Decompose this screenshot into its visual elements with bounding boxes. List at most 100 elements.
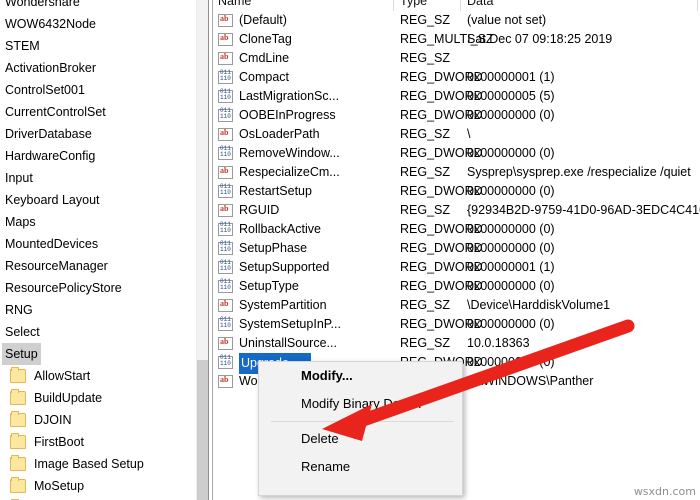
tree-item-wow6432node[interactable]: WOW6432Node	[0, 13, 196, 35]
value-name: RestartSetup	[239, 184, 312, 198]
tree-item-image-based-setup[interactable]: Image Based Setup	[0, 453, 196, 475]
value-name: (Default)	[239, 13, 287, 27]
value-name: Compact	[239, 70, 290, 84]
value-name: OsLoaderPath	[239, 127, 320, 141]
value-data: 0x00000000 (0)	[467, 146, 555, 160]
value-row[interactable]: RollbackActiveREG_DWORD0x00000000 (0)	[213, 220, 700, 239]
column-header-name[interactable]: Name	[218, 0, 251, 8]
column-divider-data-end[interactable]	[697, 0, 698, 11]
tree-item-label: FirstBoot	[34, 435, 85, 449]
pane-divider[interactable]	[208, 0, 209, 500]
tree-item-label: ResourcePolicyStore	[5, 281, 122, 295]
tree-item-currentcontrolset[interactable]: CurrentControlSet	[0, 101, 196, 123]
dword-value-icon	[218, 316, 233, 331]
string-value-icon	[218, 127, 233, 141]
tree-item-firstboot[interactable]: FirstBoot	[0, 431, 196, 453]
value-name: CloneTag	[239, 32, 292, 46]
tree-item-allowstart[interactable]: AllowStart	[0, 365, 196, 387]
string-value-icon	[218, 298, 233, 312]
value-row[interactable]: SystemPartition REG_SZ \Device\HarddiskVol…	[213, 296, 700, 315]
value-row[interactable]: SetupPhaseREG_DWORD0x00000000 (0)	[213, 239, 700, 258]
tree-item-label: Input	[5, 171, 33, 185]
value-data: (value not set)	[467, 13, 547, 27]
tree-item-resourcepolicystore[interactable]: ResourcePolicyStore	[0, 277, 196, 299]
tree-item-djoin[interactable]: DJOIN	[0, 409, 196, 431]
site-watermark: wsxdn.com	[633, 485, 696, 498]
tree-item-input[interactable]: Input	[0, 167, 196, 189]
value-row[interactable]: LastMigrationSc...REG_DWORD0x00000005 (5…	[213, 87, 700, 106]
string-value-icon	[218, 203, 233, 217]
tree-item-stem[interactable]: STEM	[0, 35, 196, 57]
value-data: {92934B2D-9759-41D0-96AD-3EDC4C410146	[467, 203, 700, 217]
tree-item-hardwareconfig[interactable]: HardwareConfig	[0, 145, 196, 167]
string-value-icon	[218, 32, 233, 46]
value-name: UninstallSource...	[239, 336, 337, 350]
value-row[interactable]: RespecializeCm... REG_SZ Sysprep\sysprep.e…	[213, 163, 700, 182]
value-data: Sysprep\sysprep.exe /respecialize /quiet	[467, 165, 691, 179]
tree-item-label: DriverDatabase	[5, 127, 92, 141]
value-row[interactable]: SetupSupportedREG_DWORD0x00000001 (1)	[213, 258, 700, 277]
value-data: 0x00000000 (0)	[467, 279, 555, 293]
value-name: RGUID	[239, 203, 280, 217]
value-row[interactable]: CompactREG_DWORD0x00000001 (1)	[213, 68, 700, 87]
value-type: REG_SZ	[400, 127, 451, 141]
value-data: 0x00000001 (1)	[467, 260, 555, 274]
value-row[interactable]: RestartSetupREG_DWORD0x00000000 (0)	[213, 182, 700, 201]
context-menu[interactable]: Modify... Modify Binary Data... Delete Rena…	[258, 361, 463, 496]
value-row[interactable]: SetupTypeREG_DWORD0x00000000 (0)	[213, 277, 700, 296]
tree-item-mounteddevices[interactable]: MountedDevices	[0, 233, 196, 255]
tree-item-resourcemanager[interactable]: ResourceManager	[0, 255, 196, 277]
value-row[interactable]: RemoveWindow...REG_DWORD0x00000000 (0)	[213, 144, 700, 163]
tree-item-label: MoSetup	[34, 479, 85, 493]
value-row[interactable]: OsLoaderPath REG_SZ \	[213, 125, 700, 144]
tree-item-label: ControlSet001	[5, 83, 85, 97]
value-row[interactable]: (Default) REG_SZ (value not set)	[213, 11, 700, 30]
value-row[interactable]: OOBEInProgressREG_DWORD0x00000000 (0)	[213, 106, 700, 125]
tree-item-label: BuildUpdate	[34, 391, 103, 405]
column-header-data[interactable]: Data	[467, 0, 493, 8]
tree-item-label: AllowStart	[34, 369, 91, 383]
tree-item-label: CurrentControlSet	[5, 105, 106, 119]
context-menu-item-modify-binary-data[interactable]: Modify Binary Data...	[259, 390, 462, 418]
value-data: 0x00000000 (0)	[467, 355, 555, 369]
tree-item-activationbroker[interactable]: ActivationBroker	[0, 57, 196, 79]
column-divider-type-data[interactable]	[460, 0, 461, 11]
column-divider-name-type[interactable]	[393, 0, 394, 11]
folder-icon	[10, 455, 26, 471]
value-type: REG_SZ	[400, 51, 451, 65]
registry-tree-pane[interactable]: Wondershare WOW6432Node STEM ActivationBrok…	[0, 0, 196, 500]
value-row[interactable]: UninstallSource... REG_SZ 10.0.18363	[213, 334, 700, 353]
value-row[interactable]: SystemSetupInP...REG_DWORD0x00000000 (0)	[213, 315, 700, 334]
list-column-header[interactable]: Name Type Data	[213, 0, 700, 11]
context-menu-item-modify[interactable]: Modify...	[259, 362, 462, 390]
value-data: 0x00000001 (1)	[467, 70, 555, 84]
tree-item-label: Keyboard Layout	[5, 193, 100, 207]
column-header-type[interactable]: Type	[400, 0, 427, 8]
tree-item-maps[interactable]: Maps	[0, 211, 196, 233]
value-name: SetupSupported	[239, 260, 330, 274]
dword-value-icon	[218, 183, 233, 198]
value-data: \Device\HarddiskVolume1	[467, 298, 611, 312]
tree-item-setup[interactable]: Setup	[0, 343, 196, 365]
tree-item-mosetup[interactable]: MoSetup	[0, 475, 196, 497]
tree-item-driverdatabase[interactable]: DriverDatabase	[0, 123, 196, 145]
tree-item-label: STEM	[5, 39, 40, 53]
value-name: OOBEInProgress	[239, 108, 336, 122]
tree-item-select[interactable]: Select	[0, 321, 196, 343]
dword-value-icon	[218, 221, 233, 236]
context-menu-item-rename[interactable]: Rename	[259, 453, 462, 481]
tree-item-wondershare[interactable]: Wondershare	[0, 0, 196, 13]
tree-item-controlset001[interactable]: ControlSet001	[0, 79, 196, 101]
tree-item-buildupdate[interactable]: BuildUpdate	[0, 387, 196, 409]
tree-item-keyboard-layout[interactable]: Keyboard Layout	[0, 189, 196, 211]
value-row[interactable]: RGUID REG_SZ {92934B2D-9759-41D0-96AD-3EDC…	[213, 201, 700, 220]
value-data: 0x00000005 (5)	[467, 89, 555, 103]
value-data: 0x00000000 (0)	[467, 184, 555, 198]
dword-value-icon	[218, 107, 233, 122]
tree-item-label: Image Based Setup	[34, 457, 144, 471]
value-row[interactable]: CloneTagREG_MULTI_SZSat Dec 07 09:18:25 …	[213, 30, 700, 49]
tree-item-rng[interactable]: RNG	[0, 299, 196, 321]
value-row[interactable]: CmdLine REG_SZ	[213, 49, 700, 68]
context-menu-item-delete[interactable]: Delete	[259, 425, 462, 453]
dword-value-icon	[218, 145, 233, 160]
